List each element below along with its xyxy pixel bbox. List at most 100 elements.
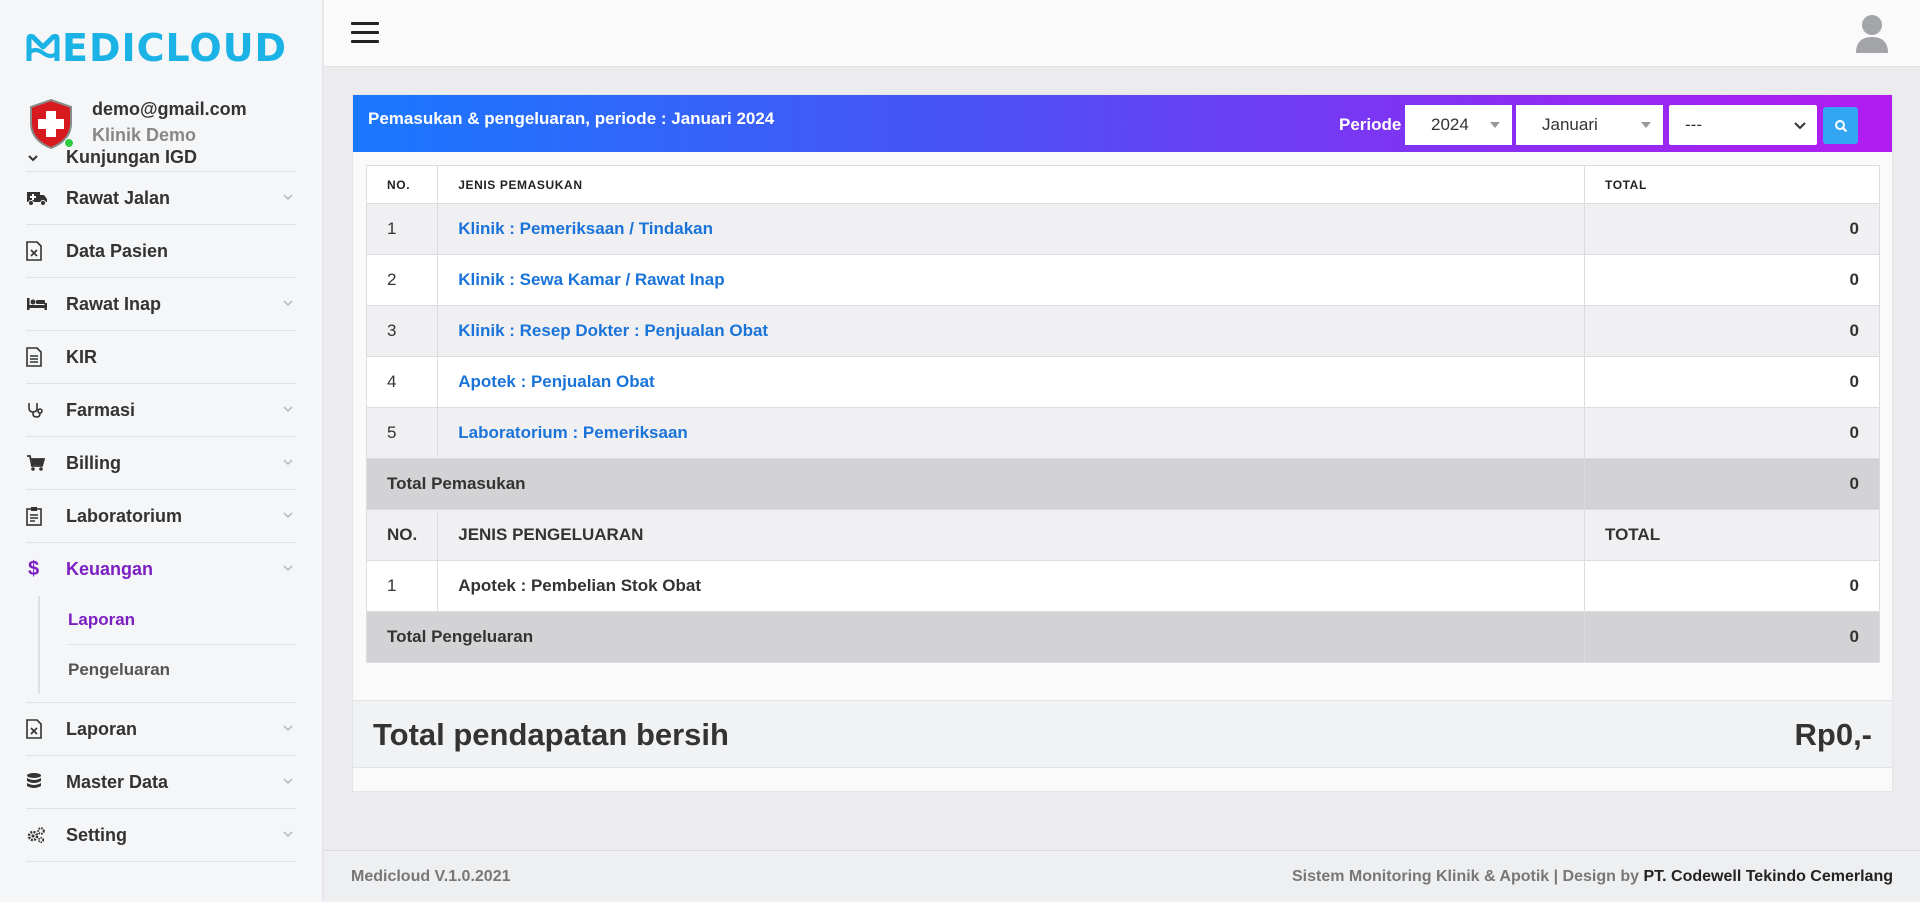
sidebar-item-data-pasien[interactable]: Data Pasien (26, 225, 296, 278)
filter-select[interactable]: --- (1669, 105, 1817, 145)
file-excel-icon (26, 241, 66, 261)
periode-label: Periode (1339, 115, 1402, 134)
column-header-no: NO. (365, 509, 439, 561)
file-excel-icon (26, 719, 66, 739)
row-label-cell: Klinik : Sewa Kamar / Rawat Inap (437, 254, 1585, 306)
column-header-total: TOTAL (1584, 509, 1880, 561)
gears-icon (26, 826, 66, 844)
month-select-value: Januari (1542, 115, 1598, 134)
brand-logo[interactable]: EDICLOUD (26, 28, 287, 68)
table-row: 1 Klinik : Pemeriksaan / Tindakan 0 (365, 203, 1880, 255)
income-link[interactable]: Klinik : Resep Dokter : Penjualan Obat (458, 321, 768, 340)
sidebar-item-kir[interactable]: KIR (26, 331, 296, 384)
row-label-cell: Laboratorium : Pemeriksaan (437, 407, 1585, 459)
sidebar-item-laporan[interactable]: Laporan (26, 703, 296, 756)
pengeluaran-header-row: NO. JENIS PENGELUARAN TOTAL (365, 509, 1880, 561)
chevron-down-icon (1793, 116, 1807, 136)
chevron-down-icon (282, 827, 294, 841)
total-pengeluaran-row: Total Pengeluaran 0 (366, 611, 1880, 663)
sidebar-item-billing[interactable]: Billing (26, 437, 296, 490)
sidebar-item-label: Data Pasien (66, 240, 169, 261)
row-label-cell: Apotek : Penjualan Obat (437, 356, 1585, 408)
total-pengeluaran-value: 0 (1584, 611, 1880, 663)
month-select[interactable]: Januari (1516, 105, 1663, 145)
sidebar-item-label: Kunjungan IGD (66, 147, 197, 167)
sidebar: EDICLOUD demo@gmail.com Klinik Demo Kunj… (0, 0, 323, 902)
sidebar-item-setting[interactable]: Setting (26, 809, 296, 862)
user-panel[interactable]: demo@gmail.com Klinik Demo (28, 98, 247, 150)
sidebar-item-label: Rawat Jalan (66, 187, 171, 208)
topbar (324, 0, 1920, 67)
sidebar-item-keuangan[interactable]: $ Keuangan (26, 543, 296, 596)
chevron-down-icon (282, 508, 294, 522)
income-link[interactable]: Laboratorium : Pemeriksaan (458, 423, 688, 442)
user-avatar-icon[interactable] (1854, 13, 1890, 53)
search-button[interactable] (1823, 107, 1858, 144)
row-total: 0 (1584, 203, 1880, 255)
chevron-down-icon (282, 561, 294, 575)
net-income-value: Rp0,- (1794, 717, 1873, 752)
sidebar-item-label: Rawat Inap (66, 293, 162, 314)
income-link[interactable]: Klinik : Pemeriksaan / Tindakan (458, 219, 713, 238)
sidebar-item-label: Billing (66, 452, 121, 473)
sidebar-item-label: Farmasi (66, 399, 136, 420)
row-total: 0 (1584, 560, 1880, 612)
column-header-jenis-pengeluaran: JENIS PENGELUARAN (437, 509, 1585, 561)
submenu-item-pengeluaran[interactable]: Pengeluaran (68, 645, 296, 694)
submenu-item-laporan[interactable]: Laporan (68, 596, 296, 645)
row-number: 1 (365, 203, 439, 255)
sidebar-item-kunjungan-igd[interactable]: Kunjungan IGD (26, 144, 296, 172)
caret-down-icon (1490, 122, 1500, 128)
clipboard-icon (26, 506, 66, 526)
table-row: 5 Laboratorium : Pemeriksaan 0 (365, 407, 1880, 459)
row-number: 5 (365, 407, 439, 459)
footer-credit: Sistem Monitoring Klinik & Apotik | Desi… (1292, 868, 1893, 886)
sidebar-item-label: Laboratorium (66, 505, 183, 526)
income-link[interactable]: Klinik : Sewa Kamar / Rawat Inap (458, 270, 724, 289)
column-header-no: NO. (365, 165, 439, 204)
menu-toggle-icon[interactable] (351, 22, 379, 43)
report-card-header: Pemasukan & pengeluaran, periode : Janua… (353, 95, 1892, 152)
chevron-down-icon (282, 296, 294, 310)
row-total: 0 (1584, 407, 1880, 459)
stethoscope-icon (26, 401, 66, 419)
year-select[interactable]: 2024 (1405, 105, 1512, 145)
sidebar-item-label: Master Data (66, 771, 169, 792)
income-link[interactable]: Apotek : Penjualan Obat (458, 372, 654, 391)
net-income-panel: Total pendapatan bersih Rp0,- (353, 700, 1892, 768)
avatar (28, 98, 74, 150)
cart-icon (26, 454, 66, 472)
row-total: 0 (1584, 305, 1880, 357)
sidebar-item-farmasi[interactable]: Farmasi (26, 384, 296, 437)
net-income-label: Total pendapatan bersih (373, 717, 729, 752)
chevron-down-icon (282, 402, 294, 416)
chevron-icon (26, 151, 66, 165)
column-header-jenis-pemasukan: JENIS PEMASUKAN (437, 165, 1585, 204)
chevron-down-icon (282, 190, 294, 204)
filter-select-value: --- (1685, 115, 1702, 134)
row-total: 0 (1584, 254, 1880, 306)
page-title: Pemasukan & pengeluaran, periode : Janua… (368, 109, 775, 128)
expense-label: Apotek : Pembelian Stok Obat (437, 560, 1585, 612)
logo-m-icon (26, 33, 60, 61)
sidebar-item-master-data[interactable]: Master Data (26, 756, 296, 809)
sidebar-item-label: Keuangan (66, 559, 154, 579)
total-pemasukan-value: 0 (1584, 458, 1880, 510)
sidebar-item-rawat-jalan[interactable]: Rawat Jalan (26, 172, 296, 225)
caret-down-icon (1641, 122, 1651, 128)
row-number: 1 (365, 560, 439, 612)
sidebar-item-laboratorium[interactable]: Laboratorium (26, 490, 296, 543)
row-number: 3 (365, 305, 439, 357)
total-pemasukan-row: Total Pemasukan 0 (366, 458, 1880, 510)
row-number: 4 (365, 356, 439, 408)
sidebar-menu: Kunjungan IGD Rawat Jalan Data Pasien Ra… (26, 147, 296, 862)
table-row: 2 Klinik : Sewa Kamar / Rawat Inap 0 (365, 254, 1880, 306)
app-version: Medicloud V.1.0.2021 (351, 868, 511, 885)
income-expense-table: NO. JENIS PEMASUKAN TOTAL 1 Klinik : Pem… (365, 165, 1880, 663)
sidebar-item-rawat-inap[interactable]: Rawat Inap (26, 278, 296, 331)
dollar-icon: $ (28, 558, 40, 580)
row-label-cell: Klinik : Pemeriksaan / Tindakan (437, 203, 1585, 255)
year-select-value: 2024 (1431, 115, 1469, 134)
search-icon (1834, 119, 1847, 132)
sidebar-item-label: KIR (66, 346, 97, 367)
